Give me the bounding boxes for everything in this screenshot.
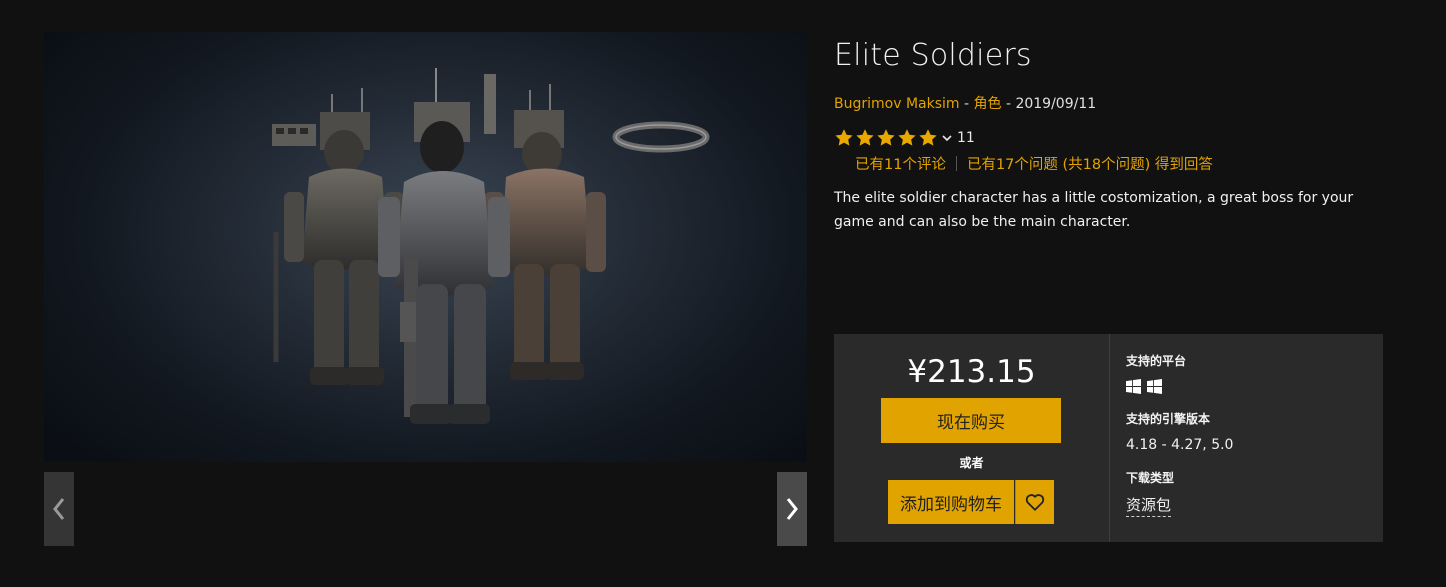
star-icon <box>898 129 916 146</box>
gallery-prev-button[interactable] <box>44 472 74 546</box>
product-title: Elite Soldiers <box>834 38 1032 73</box>
questions-link[interactable]: 已有17个问题 (共18个问题) 得到回答 <box>967 153 1213 174</box>
platform-icons <box>1126 379 1162 394</box>
download-type-link[interactable]: 资源包 <box>1126 494 1172 517</box>
star-rating <box>834 128 938 148</box>
soldiers-illustration <box>272 68 710 424</box>
star-icon <box>919 129 937 146</box>
add-to-cart-button[interactable]: 添加到购物车 <box>888 480 1014 524</box>
release-date: 2019/09/11 <box>1015 96 1097 112</box>
qa-links: 已有11个评论 已有17个问题 (共18个问题) 得到回答 <box>855 153 1213 174</box>
panel-divider <box>1109 334 1110 542</box>
star-icon <box>835 129 853 146</box>
category-link[interactable]: 角色 <box>974 96 1002 112</box>
author-link[interactable]: Bugrimov Maksim <box>834 96 960 112</box>
price: ¥213.15 <box>907 354 1036 390</box>
meta-separator: - <box>1001 96 1016 112</box>
gallery-next-button[interactable] <box>777 472 807 546</box>
product-hero-image[interactable] <box>44 32 807 462</box>
product-description: The elite soldier character has a little… <box>834 190 1354 230</box>
engine-label: 支持的引擎版本 <box>1126 412 1211 426</box>
windows-icon <box>1147 379 1162 394</box>
chevron-right-icon <box>786 498 798 520</box>
buy-now-button[interactable]: 现在购买 <box>881 398 1061 443</box>
wishlist-button[interactable] <box>1015 480 1054 524</box>
star-icon <box>856 129 874 146</box>
platforms-label: 支持的平台 <box>1126 354 1187 368</box>
or-label: 或者 <box>959 456 984 470</box>
engine-versions: 4.18 - 4.27, 5.0 <box>1126 437 1234 453</box>
purchase-panel: ¥213.15 现在购买 或者 添加到购物车 支持的平台 支持的引擎版本 4.1… <box>834 334 1383 542</box>
heart-icon <box>1025 494 1045 511</box>
star-icon <box>877 129 895 146</box>
divider <box>955 156 957 171</box>
product-meta: Bugrimov Maksim - 角色 - 2019/09/11 <box>834 93 1096 113</box>
rating-count: 11 <box>957 130 975 146</box>
cart-actions: 添加到购物车 <box>888 480 1054 524</box>
chevron-left-icon <box>53 498 65 520</box>
reviews-link[interactable]: 已有11个评论 <box>855 153 946 174</box>
chevron-down-icon[interactable] <box>942 134 952 142</box>
meta-separator: - <box>959 96 974 112</box>
rating-widget[interactable]: 11 <box>834 127 975 149</box>
windows-icon <box>1126 379 1141 394</box>
download-type-label: 下载类型 <box>1126 471 1175 485</box>
